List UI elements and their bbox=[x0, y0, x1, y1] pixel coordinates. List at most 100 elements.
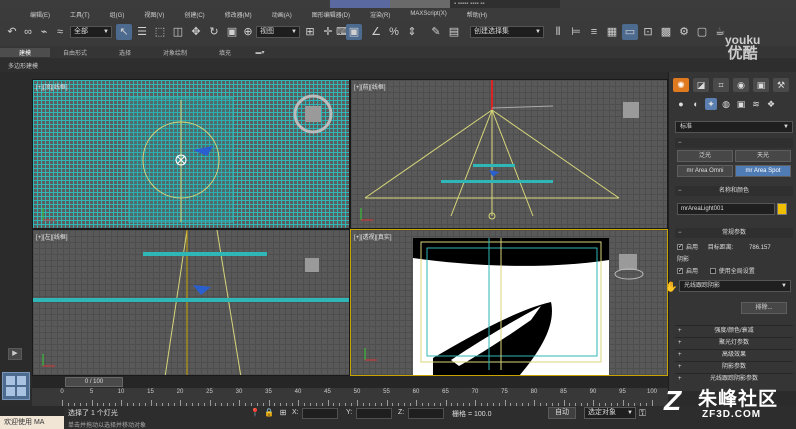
geometry-icon[interactable]: ● bbox=[675, 98, 687, 110]
ribbon-tab-object-paint[interactable]: 对象绘制 bbox=[150, 48, 200, 57]
set-key-icon[interactable]: ⚿ bbox=[639, 407, 653, 419]
menu-help[interactable]: 帮助(H) bbox=[467, 10, 487, 19]
menu-modifiers[interactable]: 修改器(M) bbox=[225, 10, 252, 19]
omni-light-button[interactable]: 泛光 bbox=[677, 150, 733, 162]
utilities-tab-icon[interactable]: ⚒ bbox=[773, 78, 789, 92]
maxscript-listener[interactable] bbox=[0, 406, 64, 416]
ribbon-panel-label[interactable]: 多边形建模 bbox=[8, 61, 38, 70]
menu-create[interactable]: 创建(C) bbox=[184, 10, 204, 19]
selection-filter-dropdown[interactable]: 全部 ▼ bbox=[70, 26, 112, 38]
menu-rendering[interactable]: 渲染(R) bbox=[370, 10, 390, 19]
angle-snap-icon[interactable]: ∠ bbox=[368, 24, 384, 40]
menu-edit[interactable]: 编辑(E) bbox=[30, 10, 50, 19]
rollout-shadow-params[interactable]: + 阴影参数 bbox=[675, 361, 793, 371]
use-global-settings-checkbox[interactable] bbox=[709, 268, 716, 275]
hierarchy-tab-icon[interactable]: ⌗ bbox=[713, 78, 729, 92]
viewport-top[interactable]: [+][顶][线框] bbox=[32, 79, 350, 229]
undo-icon[interactable]: ↶ bbox=[4, 24, 20, 40]
welcome-text[interactable]: 欢迎使用 MA bbox=[0, 416, 64, 429]
select-move-icon[interactable]: ✥ bbox=[188, 24, 204, 40]
window-tab[interactable] bbox=[330, 0, 390, 8]
viewport-label[interactable]: [+][顶][线框] bbox=[36, 82, 68, 91]
key-filter-dropdown[interactable]: 选定对象 ▼ bbox=[584, 407, 636, 419]
window-crossing-icon[interactable]: ◫ bbox=[170, 24, 186, 40]
x-coord-field[interactable] bbox=[302, 408, 338, 419]
object-color-swatch[interactable] bbox=[777, 203, 787, 215]
select-by-name-icon[interactable]: ☰ bbox=[134, 24, 150, 40]
curve-editor-icon[interactable]: ▭ bbox=[622, 24, 638, 40]
light-category-dropdown[interactable]: 标准 ▼ bbox=[675, 121, 793, 133]
name-color-header[interactable]: − 名称和颜色 bbox=[675, 186, 793, 196]
viewport-layout-icon[interactable] bbox=[2, 372, 30, 400]
ribbon-options-icon[interactable]: ▬▾ bbox=[250, 49, 270, 56]
motion-tab-icon[interactable]: ◉ bbox=[733, 78, 749, 92]
viewport-label[interactable]: [+][透视][真实] bbox=[354, 232, 392, 241]
rollout-advanced-effects[interactable]: + 高级效果 bbox=[675, 349, 793, 359]
window-tab[interactable] bbox=[390, 0, 450, 8]
spinner-snap-icon[interactable]: ⇕ bbox=[404, 24, 420, 40]
time-slider[interactable]: 0 / 100 bbox=[32, 376, 668, 388]
lock-selection-icon[interactable]: 🔒 bbox=[264, 408, 274, 418]
render-setup-icon[interactable]: ⚙ bbox=[676, 24, 692, 40]
absolute-mode-icon[interactable]: ⊞ bbox=[278, 408, 288, 418]
rendered-frame-icon[interactable]: ▢ bbox=[694, 24, 710, 40]
exclude-button[interactable]: 排除... bbox=[741, 302, 787, 314]
menu-animation[interactable]: 动画(A) bbox=[272, 10, 292, 19]
select-place-icon[interactable]: ⊕ bbox=[240, 24, 256, 40]
mr-area-omni-button[interactable]: mr Area Omni bbox=[677, 165, 733, 177]
viewport-label[interactable]: [+][前][线框] bbox=[354, 82, 386, 91]
isolate-icon[interactable]: 📍 bbox=[250, 408, 260, 418]
viewport-front[interactable]: [+][前][线框] bbox=[350, 79, 668, 229]
menu-maxscript[interactable]: MAXScript(X) bbox=[410, 11, 446, 17]
mirror-icon[interactable]: ⫴ bbox=[550, 24, 566, 40]
select-manipulate-icon[interactable]: ✛ bbox=[320, 24, 336, 40]
shadow-type-dropdown[interactable]: 光线跟踪阴影 ▼ bbox=[679, 280, 791, 292]
select-link-icon[interactable]: ∞ bbox=[20, 24, 36, 40]
unlink-icon[interactable]: ⌁ bbox=[36, 24, 52, 40]
reference-coordinate-dropdown[interactable]: 视图 ▼ bbox=[256, 26, 300, 38]
viewport-left[interactable]: [+][左][线框] bbox=[32, 229, 350, 376]
light-on-checkbox[interactable]: ✓ bbox=[677, 244, 683, 251]
viewport-label[interactable]: [+][左][线框] bbox=[36, 232, 68, 241]
y-coord-field[interactable] bbox=[356, 408, 392, 419]
display-tab-icon[interactable]: ▣ bbox=[753, 78, 769, 92]
snaps-toggle-icon[interactable]: ▣ bbox=[346, 24, 362, 40]
edit-named-selection-icon[interactable]: ✎ bbox=[428, 24, 444, 40]
ribbon-tab-selection[interactable]: 选择 bbox=[100, 48, 150, 57]
lights-icon[interactable]: ✦ bbox=[705, 98, 717, 110]
cameras-icon[interactable]: ◍ bbox=[720, 98, 732, 110]
modify-tab-icon[interactable]: ◪ bbox=[693, 78, 709, 92]
systems-icon[interactable]: ❖ bbox=[765, 98, 777, 110]
select-object-icon[interactable]: ↖ bbox=[116, 24, 132, 40]
named-selection-icon[interactable]: ▤ bbox=[446, 24, 462, 40]
named-selection-dropdown[interactable]: 创建选择集 ▼ bbox=[470, 26, 544, 38]
align-icon[interactable]: ⊨ bbox=[568, 24, 584, 40]
schematic-view-icon[interactable]: ⊡ bbox=[640, 24, 656, 40]
percent-snap-icon[interactable]: % bbox=[386, 24, 402, 40]
select-scale-icon[interactable]: ▣ bbox=[224, 24, 240, 40]
menu-graph-editors[interactable]: 图形编辑器(D) bbox=[312, 10, 350, 19]
menu-tools[interactable]: 工具(T) bbox=[70, 10, 90, 19]
select-rotate-icon[interactable]: ↻ bbox=[206, 24, 222, 40]
general-params-header[interactable]: − 常规参数 bbox=[675, 228, 793, 238]
ribbon-tab-modeling[interactable]: 建模 bbox=[0, 47, 50, 57]
ribbon-tab-freeform[interactable]: 自由形式 bbox=[50, 48, 100, 57]
shadow-on-checkbox[interactable]: ✓ bbox=[677, 268, 683, 275]
material-editor-icon[interactable]: ▩ bbox=[658, 24, 674, 40]
rollout-intensity[interactable]: + 强度/颜色/衰减 bbox=[675, 325, 793, 335]
menu-views[interactable]: 视图(V) bbox=[144, 10, 164, 19]
ribbon-tab-populate[interactable]: 填充 bbox=[200, 48, 250, 57]
bind-space-warp-icon[interactable]: ≈ bbox=[52, 24, 68, 40]
object-type-header[interactable]: − bbox=[675, 138, 793, 148]
viewport-perspective[interactable]: [+][透视][真实] bbox=[350, 229, 668, 376]
time-slider-knob[interactable]: 0 / 100 bbox=[65, 377, 123, 387]
rectangular-selection-icon[interactable]: ⬚ bbox=[152, 24, 168, 40]
menu-group[interactable]: 组(G) bbox=[110, 10, 125, 19]
object-name-field[interactable]: mrAreaLight001 bbox=[677, 203, 775, 215]
rollout-raytrace-shadow-params[interactable]: + 光线跟踪阴影参数 bbox=[675, 373, 793, 383]
mr-area-spot-button[interactable]: mr Area Spot bbox=[735, 165, 791, 177]
rollout-spotlight-params[interactable]: + 聚光灯参数 bbox=[675, 337, 793, 347]
track-bar[interactable]: 0 5 10 15 20 25 30 35 40 45 50 55 60 65 70 75 80 85 90 95 10… bbox=[32, 388, 668, 406]
helpers-icon[interactable]: ▣ bbox=[735, 98, 747, 110]
auto-key-button[interactable]: 自动 bbox=[548, 407, 576, 419]
